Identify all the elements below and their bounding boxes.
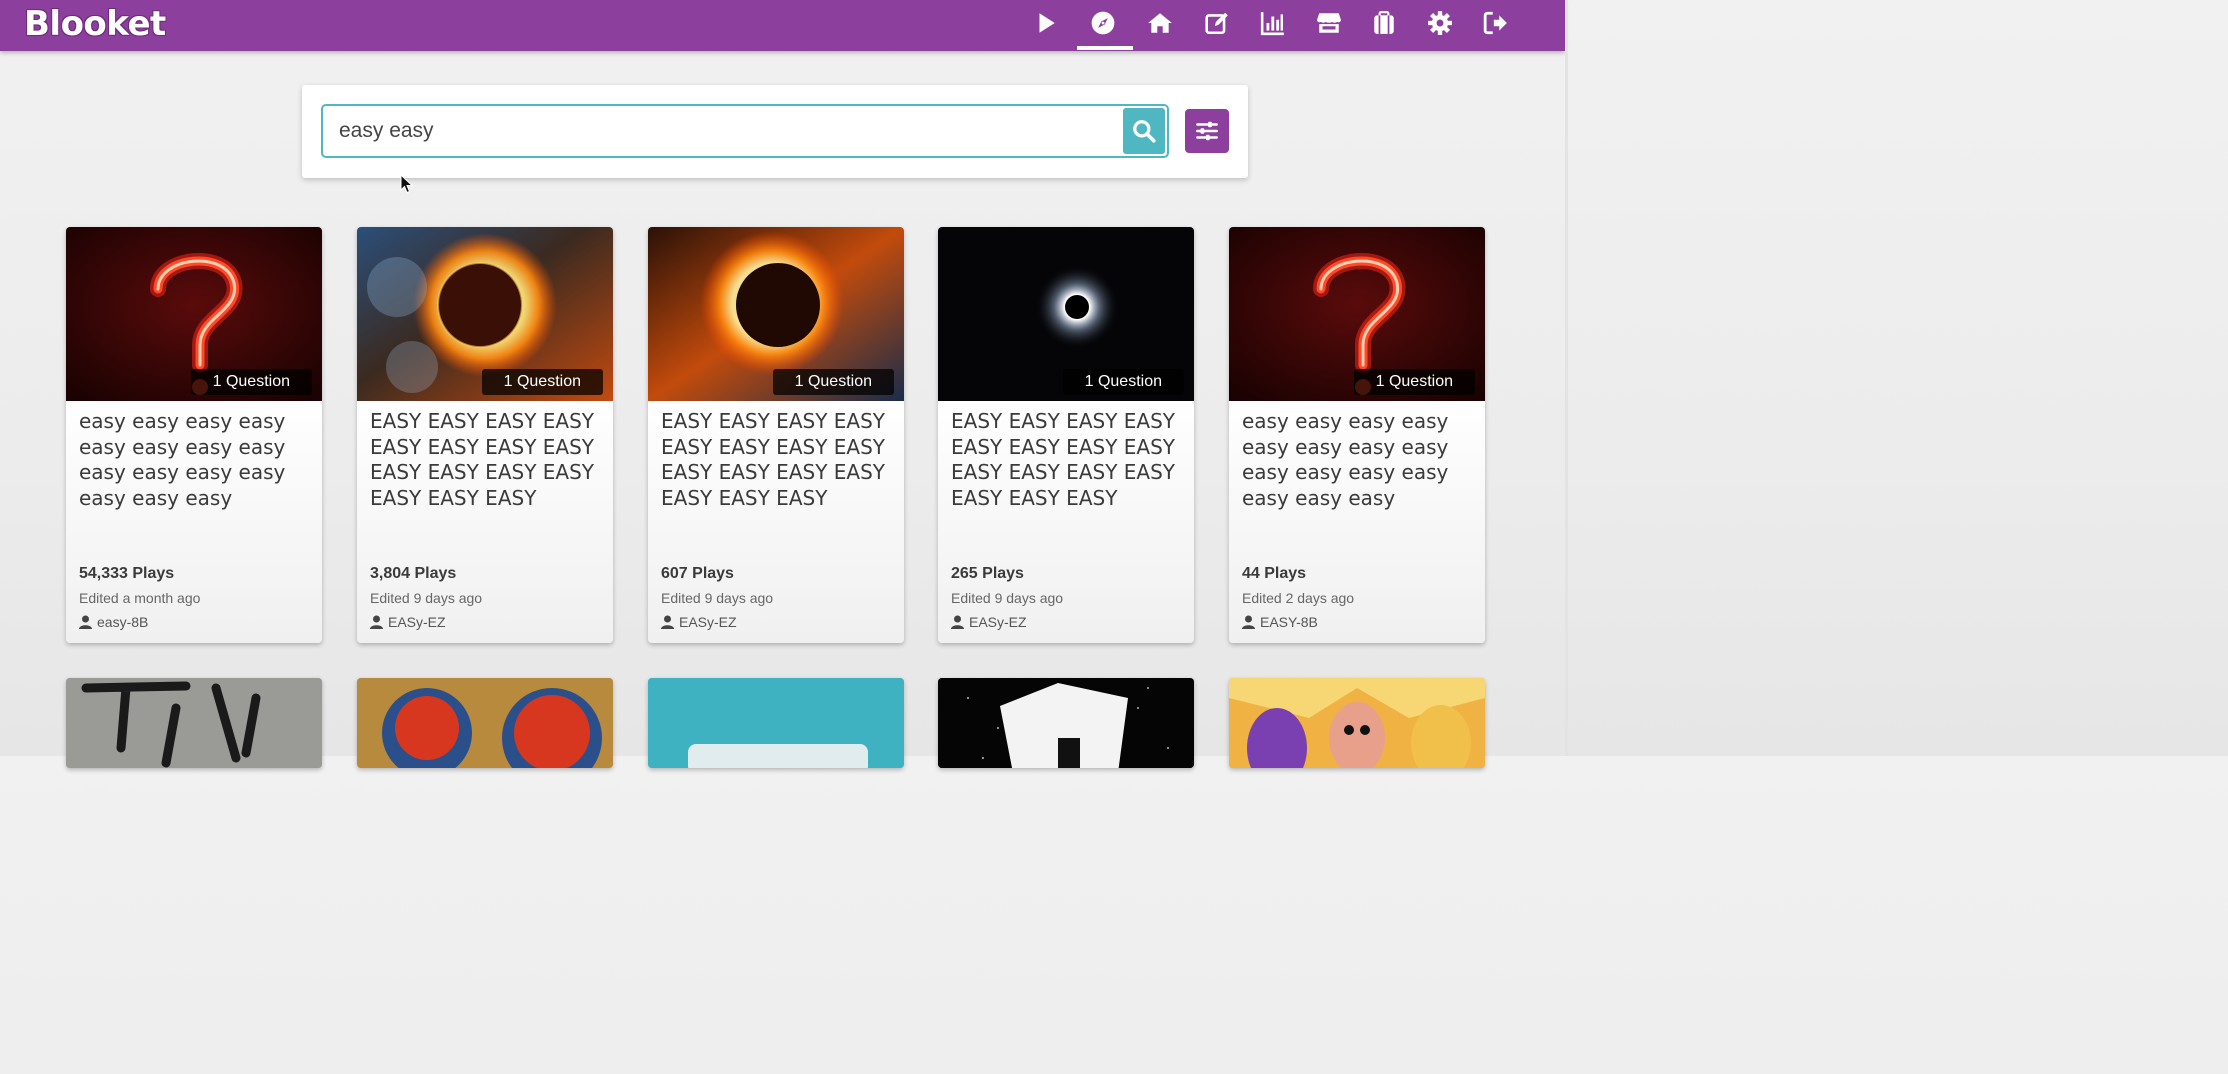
author-name: easy-8B — [97, 614, 149, 630]
discover-compass-icon[interactable] — [1088, 8, 1118, 38]
card-edited: Edited 9 days ago — [370, 590, 483, 606]
card-author[interactable]: easy-8B — [79, 614, 148, 630]
card-title: EASY EASY EASY EASY EASY EASY EASY EASY … — [370, 409, 594, 510]
stats-chart-icon[interactable] — [1258, 8, 1288, 38]
question-count-badge: 1 Question — [190, 369, 312, 395]
author-name: EASy-EZ — [969, 614, 1027, 630]
card-plays: 607 Plays — [661, 565, 734, 582]
blooket-logo[interactable]: Blooket — [24, 2, 166, 46]
blooks-briefcase-icon[interactable] — [1369, 8, 1399, 38]
set-card[interactable]: 1 Question EASY EASY EASY EASY EASY EASY… — [357, 227, 613, 643]
card-author[interactable]: EASY-8B — [1242, 614, 1318, 630]
author-name: EASy-EZ — [679, 614, 737, 630]
play-icon[interactable] — [1031, 8, 1061, 38]
card-title: easy easy easy easy easy easy easy easy … — [1242, 409, 1449, 510]
card-edited: Edited 2 days ago — [1242, 590, 1355, 606]
question-count-badge: 1 Question — [772, 369, 894, 395]
active-tab-indicator — [1077, 46, 1133, 50]
set-card[interactable]: 1 Question EASY EASY EASY EASY EASY EASY… — [938, 227, 1194, 643]
card-author[interactable]: EASy-EZ — [661, 614, 737, 630]
settings-gear-icon[interactable] — [1425, 8, 1455, 38]
search-field[interactable] — [321, 104, 1169, 158]
sliders-icon — [1196, 121, 1218, 141]
search-icon — [1133, 120, 1156, 143]
card-author[interactable]: EASy-EZ — [951, 614, 1027, 630]
card-plays: 44 Plays — [1242, 565, 1307, 582]
window-edge — [1565, 0, 1568, 756]
set-card-image[interactable] — [357, 678, 613, 768]
card-author[interactable]: EASy-EZ — [370, 614, 446, 630]
market-store-icon[interactable] — [1314, 8, 1344, 38]
set-card-image[interactable] — [1229, 678, 1485, 768]
card-plays: 3,804 Plays — [370, 565, 457, 582]
edit-icon[interactable] — [1202, 8, 1232, 38]
top-navbar: Blooket — [0, 0, 1565, 51]
card-title: easy easy easy easy easy easy easy easy … — [79, 409, 286, 510]
set-card[interactable]: 1 Question easy easy easy easy easy easy… — [66, 227, 322, 643]
logout-icon[interactable] — [1481, 8, 1511, 38]
set-card[interactable]: 1 Question easy easy easy easy easy easy… — [1229, 227, 1485, 643]
set-card-image[interactable] — [66, 678, 322, 768]
user-icon — [370, 615, 383, 629]
question-count-badge: 1 Question — [1353, 369, 1475, 395]
search-input[interactable] — [339, 116, 1109, 146]
card-plays: 54,333 Plays — [79, 565, 175, 582]
question-count-badge: 1 Question — [1062, 369, 1184, 395]
set-card-image[interactable] — [648, 678, 904, 768]
card-title: EASY EASY EASY EASY EASY EASY EASY EASY … — [661, 409, 885, 510]
user-icon — [1242, 615, 1255, 629]
home-icon[interactable] — [1145, 8, 1175, 38]
author-name: EASy-EZ — [388, 614, 446, 630]
card-edited: Edited 9 days ago — [661, 590, 774, 606]
filter-button[interactable] — [1185, 109, 1229, 153]
user-icon — [661, 615, 674, 629]
user-icon — [951, 615, 964, 629]
user-icon — [79, 615, 92, 629]
card-edited: Edited 9 days ago — [951, 590, 1064, 606]
question-count-badge: 1 Question — [481, 369, 603, 395]
set-card[interactable]: 1 Question EASY EASY EASY EASY EASY EASY… — [648, 227, 904, 643]
search-panel — [302, 85, 1248, 178]
card-edited: Edited a month ago — [79, 590, 201, 606]
author-name: EASY-8B — [1260, 614, 1318, 630]
set-card-image[interactable] — [938, 678, 1194, 768]
search-button[interactable] — [1123, 108, 1165, 154]
card-plays: 265 Plays — [951, 565, 1024, 582]
card-title: EASY EASY EASY EASY EASY EASY EASY EASY … — [951, 409, 1175, 510]
mouse-cursor-icon — [400, 174, 414, 194]
